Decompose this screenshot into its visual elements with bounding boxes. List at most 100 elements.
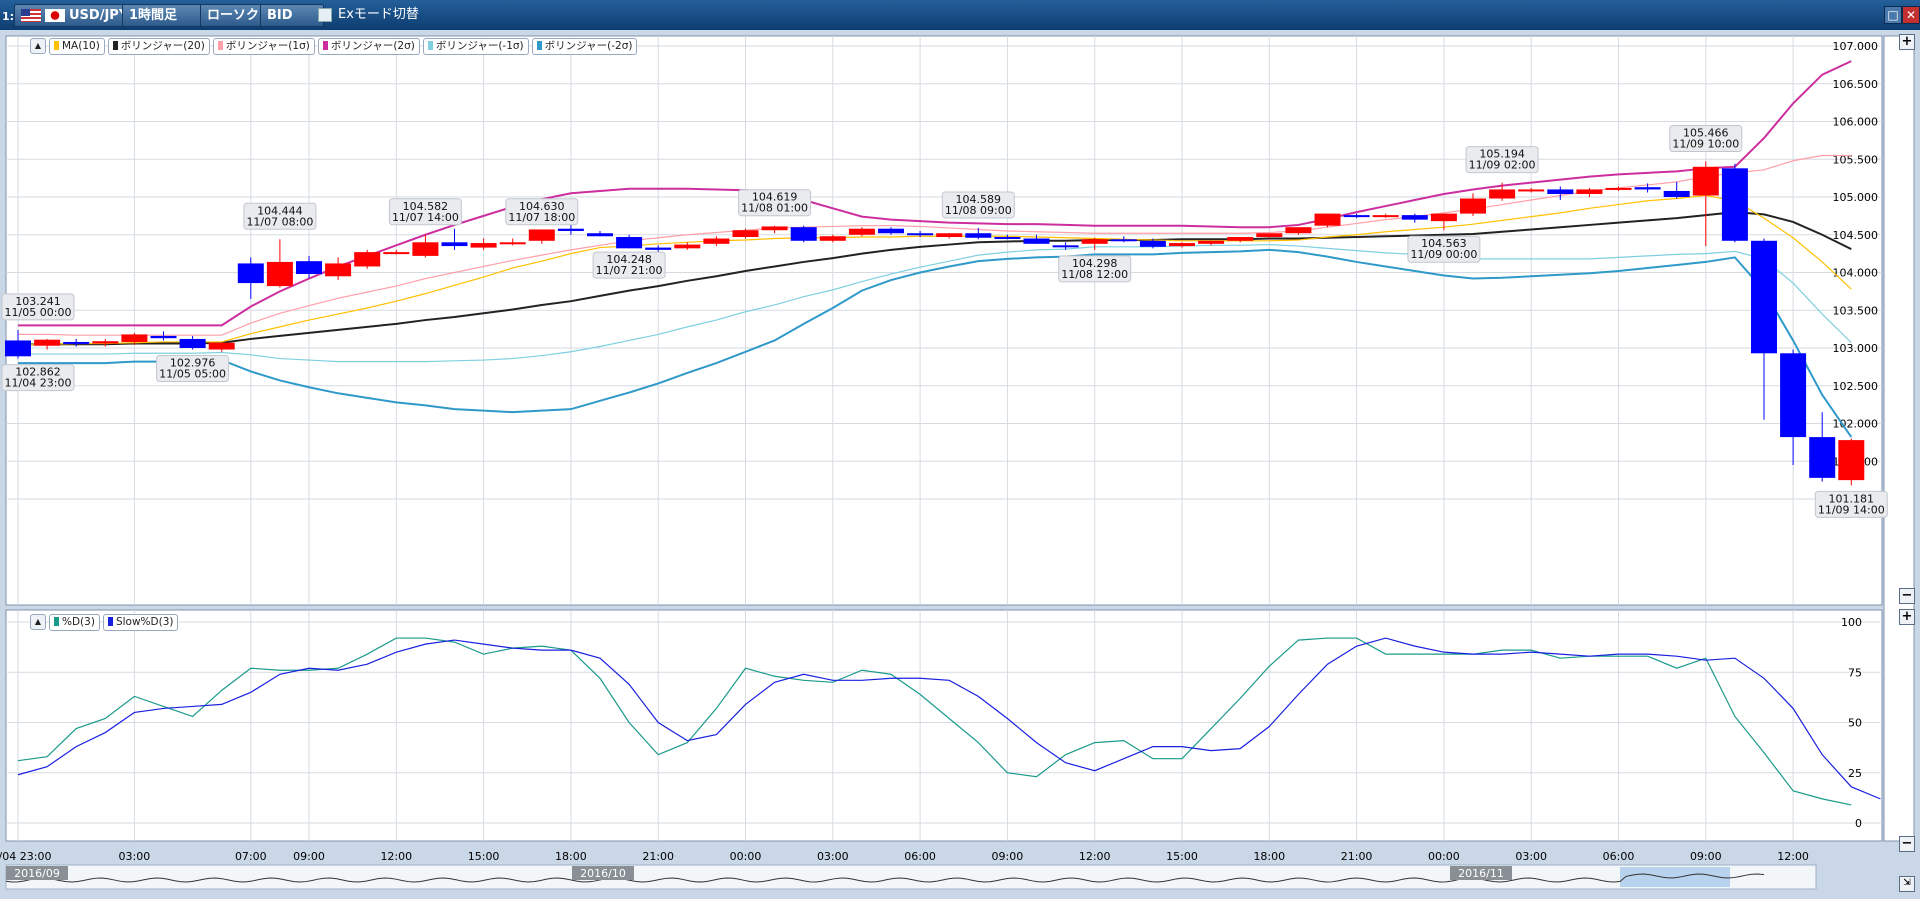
collapse-arrow-icon[interactable]: ▲ bbox=[30, 38, 46, 54]
candle-body bbox=[1663, 190, 1690, 197]
x-tick-label: 09:00 bbox=[1690, 850, 1722, 863]
y-tick-label: 103.000 bbox=[1833, 342, 1879, 355]
candle-body bbox=[528, 229, 555, 241]
main-legend: ▲ MA(10) ボリンジャー(20) ボリンジャー(1σ) ボリンジャー(2σ) ボリ… bbox=[30, 38, 638, 55]
candle-body bbox=[383, 252, 410, 255]
ex-mode-toggle[interactable]: Exモード切替 bbox=[318, 4, 419, 25]
legend-item[interactable]: ボリンジャー(1σ) bbox=[212, 38, 315, 55]
y-tick-label: 107.000 bbox=[1833, 40, 1879, 53]
x-tick-label: 07:00 bbox=[235, 850, 267, 863]
candle-body bbox=[878, 228, 904, 234]
navigator-bar bbox=[5, 864, 1817, 890]
legend-color-icon bbox=[112, 41, 118, 50]
price-label-time: 11/09 02:00 bbox=[1469, 159, 1536, 172]
legend-item[interactable]: Slow%D(3) bbox=[102, 614, 179, 631]
candle-body bbox=[1721, 168, 1748, 241]
x-tick-label: 09:00 bbox=[992, 850, 1024, 863]
candle-body bbox=[557, 228, 584, 231]
legend-color-icon bbox=[427, 41, 433, 50]
timeframe-button[interactable]: 1時間足 bbox=[122, 4, 210, 27]
price-label-time: 11/07 08:00 bbox=[246, 215, 313, 228]
x-tick-label: 18:00 bbox=[555, 850, 587, 863]
currency-pair-button[interactable]: USD/JPY bbox=[14, 4, 136, 27]
candle-body bbox=[470, 243, 497, 248]
price-label-time: 11/09 14:00 bbox=[1818, 503, 1885, 516]
candle-body bbox=[1372, 215, 1399, 218]
x-tick-label: 15:00 bbox=[1166, 850, 1198, 863]
legend-label: ボリンジャー(2σ) bbox=[330, 40, 415, 52]
price-type-button[interactable]: BID bbox=[260, 4, 324, 27]
x-tick-label: 09:00 bbox=[293, 850, 325, 863]
candle-body bbox=[616, 237, 643, 249]
legend-item[interactable]: ボリンジャー(20) bbox=[107, 38, 210, 55]
close-icon[interactable]: ✕ bbox=[1902, 6, 1920, 24]
candle-body bbox=[296, 261, 322, 275]
candle-body bbox=[587, 233, 613, 237]
x-tick-label: 12:00 bbox=[1777, 850, 1809, 863]
price-label-time: 11/09 00:00 bbox=[1410, 248, 1477, 261]
legend-item[interactable]: MA(10) bbox=[49, 38, 105, 55]
navigator-label: 2016/11 bbox=[1458, 867, 1504, 880]
legend-label: ボリンジャー(20) bbox=[120, 40, 205, 52]
x-tick-label: 21:00 bbox=[642, 850, 674, 863]
navigator-window bbox=[1620, 867, 1730, 887]
legend-color-icon bbox=[54, 617, 59, 626]
candle-body bbox=[1314, 213, 1341, 226]
legend-label: ボリンジャー(-1σ) bbox=[435, 40, 524, 52]
candle-body bbox=[1110, 239, 1137, 242]
candle-body bbox=[1634, 187, 1661, 190]
legend-label: %D(3) bbox=[62, 616, 95, 628]
y-tick-label: 102.500 bbox=[1833, 380, 1879, 393]
y-tick-label: 103.500 bbox=[1833, 304, 1879, 317]
candle-body bbox=[34, 339, 61, 346]
currency-pair-label: USD/JPY bbox=[69, 8, 129, 23]
candle-body bbox=[645, 247, 672, 250]
ex-mode-label: Exモード切替 bbox=[338, 7, 419, 22]
collapse-arrow-icon[interactable]: ▲ bbox=[30, 614, 46, 630]
y-tick-label: 105.000 bbox=[1833, 191, 1879, 204]
legend-color-icon bbox=[322, 41, 328, 50]
legend-item[interactable]: ボリンジャー(-1σ) bbox=[422, 38, 529, 55]
candle-body bbox=[1052, 245, 1079, 248]
price-axis-area bbox=[1883, 35, 1915, 842]
title-bar: 1: USD/JPY 1時間足 ローソク BID Exモード切替 □ ✕ bbox=[0, 0, 1920, 30]
us-flag-icon bbox=[21, 9, 41, 22]
candle-body bbox=[325, 263, 352, 277]
legend-label: ボリンジャー(1σ) bbox=[225, 40, 310, 52]
candle-body bbox=[150, 335, 177, 339]
candle-body bbox=[208, 342, 235, 350]
candle-body bbox=[1809, 437, 1836, 478]
candle-body bbox=[674, 244, 701, 249]
x-tick-label: 06:00 bbox=[904, 850, 936, 863]
candle-body bbox=[179, 338, 206, 348]
legend-label: Slow%D(3) bbox=[115, 616, 174, 628]
y-tick-label: 0 bbox=[1855, 817, 1862, 830]
candle-body bbox=[732, 230, 759, 238]
zoom-in-icon[interactable]: + bbox=[1899, 34, 1915, 50]
price-label-time: 11/07 18:00 bbox=[508, 211, 575, 224]
ex-mode-checkbox[interactable] bbox=[318, 7, 332, 22]
candle-body bbox=[761, 226, 788, 231]
zoom-in-icon[interactable]: + bbox=[1899, 609, 1915, 625]
zoom-out-icon[interactable]: − bbox=[1899, 836, 1915, 852]
candle-body bbox=[1256, 233, 1283, 238]
y-tick-label: 106.000 bbox=[1833, 116, 1879, 129]
legend-item[interactable]: ボリンジャー(-2σ) bbox=[531, 38, 638, 55]
candle-body bbox=[790, 227, 817, 241]
candle-body bbox=[819, 236, 846, 241]
zoom-out-icon[interactable]: − bbox=[1899, 588, 1915, 604]
legend-item[interactable]: ボリンジャー(2σ) bbox=[317, 38, 420, 55]
resize-icon[interactable]: ⇲ bbox=[1899, 876, 1915, 892]
price-label-time: 11/05 00:00 bbox=[5, 306, 72, 319]
x-tick-label: 12:00 bbox=[380, 850, 412, 863]
y-tick-label: 106.500 bbox=[1833, 78, 1879, 91]
candle-body bbox=[441, 242, 468, 247]
x-tick-label: 03:00 bbox=[119, 850, 151, 863]
navigator-label: 2016/09 bbox=[14, 867, 60, 880]
candle-body bbox=[965, 233, 992, 238]
maximize-icon[interactable]: □ bbox=[1884, 6, 1902, 24]
legend-item[interactable]: %D(3) bbox=[49, 614, 100, 631]
price-label-time: 11/04 23:00 bbox=[5, 377, 72, 390]
candle-body bbox=[1430, 213, 1457, 222]
y-tick-label: 100 bbox=[1841, 616, 1862, 629]
